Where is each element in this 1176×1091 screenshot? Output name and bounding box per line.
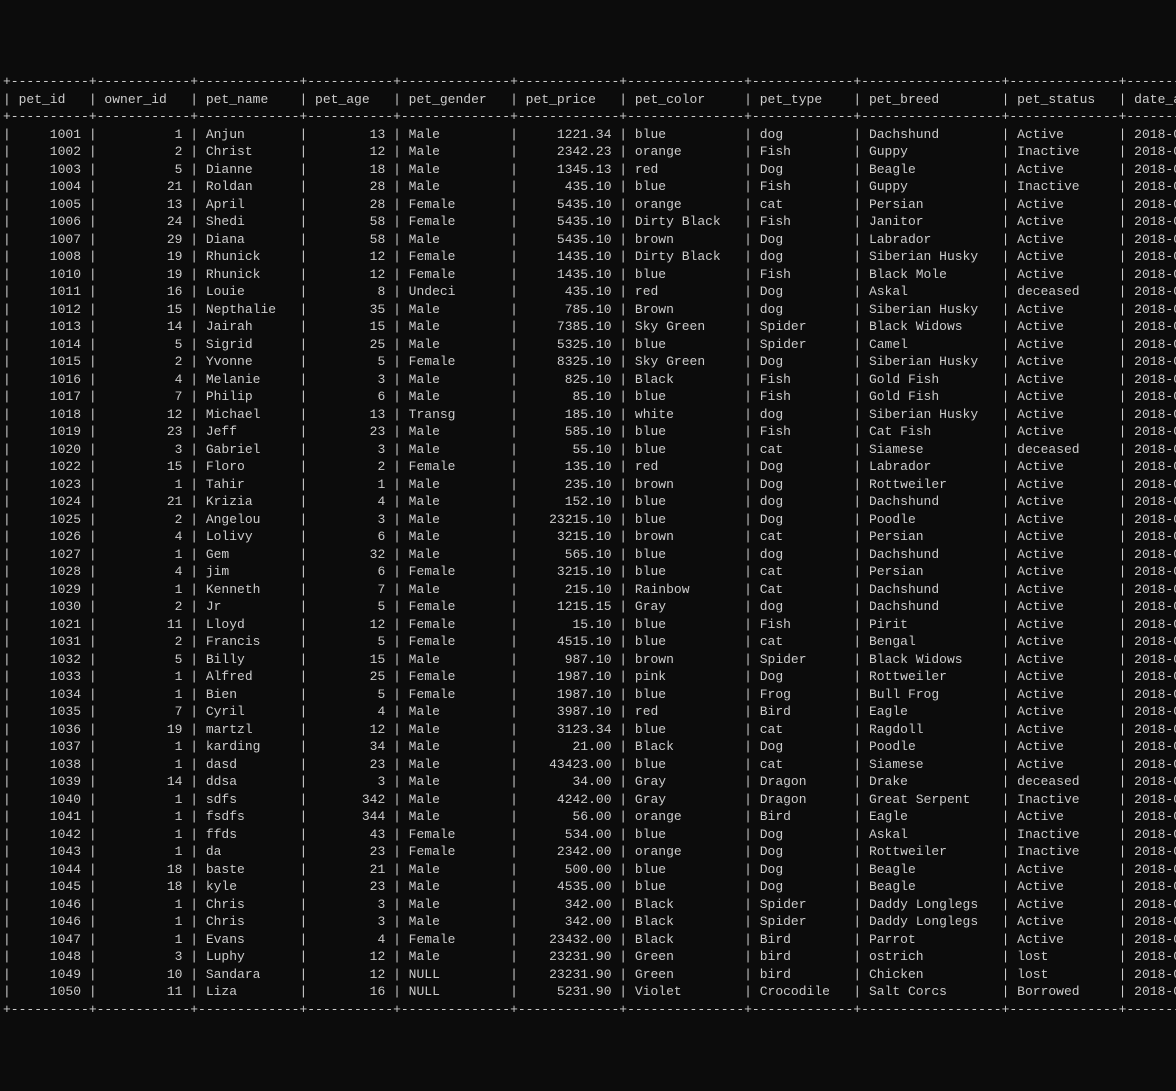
table-row: | 1022 | 15 | Floro | 2 | Female | 135.1… <box>3 458 1176 476</box>
table-row: | 1002 | 2 | Christ | 12 | Male | 2342.2… <box>3 143 1176 161</box>
table-row: | 1010 | 19 | Rhunick | 12 | Female | 14… <box>3 266 1176 284</box>
table-row: | 1026 | 4 | Lolivy | 6 | Male | 3215.10… <box>3 528 1176 546</box>
table-row: | 1021 | 11 | Lloyd | 12 | Female | 15.1… <box>3 616 1176 634</box>
table-row: | 1006 | 24 | Shedi | 58 | Female | 5435… <box>3 213 1176 231</box>
table-row: | 1024 | 21 | Krizia | 4 | Male | 152.10… <box>3 493 1176 511</box>
table-row: | 1033 | 1 | Alfred | 25 | Female | 1987… <box>3 668 1176 686</box>
table-row: | 1031 | 2 | Francis | 5 | Female | 4515… <box>3 633 1176 651</box>
table-row: | 1027 | 1 | Gem | 32 | Male | 565.10 | … <box>3 546 1176 564</box>
table-row: | 1028 | 4 | jim | 6 | Female | 3215.10 … <box>3 563 1176 581</box>
table-row: | 1029 | 1 | Kenneth | 7 | Male | 215.10… <box>3 581 1176 599</box>
table-border-bottom: +----------+------------+-------------+-… <box>3 1001 1176 1019</box>
table-row: | 1008 | 19 | Rhunick | 12 | Female | 14… <box>3 248 1176 266</box>
table-row: | 1048 | 3 | Luphy | 12 | Male | 23231.9… <box>3 948 1176 966</box>
table-row: | 1046 | 1 | Chris | 3 | Male | 342.00 |… <box>3 913 1176 931</box>
table-row: | 1005 | 13 | April | 28 | Female | 5435… <box>3 196 1176 214</box>
table-row: | 1020 | 3 | Gabriel | 3 | Male | 55.10 … <box>3 441 1176 459</box>
table-row: | 1035 | 7 | Cyril | 4 | Male | 3987.10 … <box>3 703 1176 721</box>
table-header-row: | pet_id | owner_id | pet_name | pet_age… <box>3 91 1176 109</box>
table-row: | 1023 | 1 | Tahir | 1 | Male | 235.10 |… <box>3 476 1176 494</box>
table-row: | 1017 | 7 | Philip | 6 | Male | 85.10 |… <box>3 388 1176 406</box>
table-row: | 1012 | 15 | Nepthalie | 35 | Male | 78… <box>3 301 1176 319</box>
table-row: | 1050 | 11 | Liza | 16 | NULL | 5231.90… <box>3 983 1176 1001</box>
table-row: | 1034 | 1 | Bien | 5 | Female | 1987.10… <box>3 686 1176 704</box>
table-row: | 1001 | 1 | Anjun | 13 | Male | 1221.34… <box>3 126 1176 144</box>
table-row: | 1004 | 21 | Roldan | 28 | Male | 435.1… <box>3 178 1176 196</box>
table-row: | 1016 | 4 | Melanie | 3 | Male | 825.10… <box>3 371 1176 389</box>
table-row: | 1030 | 2 | Jr | 5 | Female | 1215.15 |… <box>3 598 1176 616</box>
table-row: | 1044 | 18 | baste | 21 | Male | 500.00… <box>3 861 1176 879</box>
table-row: | 1011 | 16 | Louie | 8 | Undeci | 435.1… <box>3 283 1176 301</box>
table-row: | 1039 | 14 | ddsa | 3 | Male | 34.00 | … <box>3 773 1176 791</box>
table-row: | 1025 | 2 | Angelou | 3 | Male | 23215.… <box>3 511 1176 529</box>
table-row: | 1015 | 2 | Yvonne | 5 | Female | 8325.… <box>3 353 1176 371</box>
table-row: | 1018 | 12 | Michael | 13 | Transg | 18… <box>3 406 1176 424</box>
table-row: | 1041 | 1 | fsdfs | 344 | Male | 56.00 … <box>3 808 1176 826</box>
table-border-top: +----------+------------+-------------+-… <box>3 73 1176 91</box>
table-row: | 1042 | 1 | ffds | 43 | Female | 534.00… <box>3 826 1176 844</box>
table-row: | 1047 | 1 | Evans | 4 | Female | 23432.… <box>3 931 1176 949</box>
table-row: | 1003 | 5 | Dianne | 18 | Male | 1345.1… <box>3 161 1176 179</box>
table-row: | 1049 | 10 | Sandara | 12 | NULL | 2323… <box>3 966 1176 984</box>
table-row: | 1032 | 5 | Billy | 15 | Male | 987.10 … <box>3 651 1176 669</box>
table-row: | 1040 | 1 | sdfs | 342 | Male | 4242.00… <box>3 791 1176 809</box>
table-row: | 1045 | 18 | kyle | 23 | Male | 4535.00… <box>3 878 1176 896</box>
table-row: | 1038 | 1 | dasd | 23 | Male | 43423.00… <box>3 756 1176 774</box>
table-border-mid: +----------+------------+-------------+-… <box>3 108 1176 126</box>
table-row: | 1046 | 1 | Chris | 3 | Male | 342.00 |… <box>3 896 1176 914</box>
table-row: | 1013 | 14 | Jairah | 15 | Male | 7385.… <box>3 318 1176 336</box>
table-row: | 1019 | 23 | Jeff | 23 | Male | 585.10 … <box>3 423 1176 441</box>
table-row: | 1037 | 1 | karding | 34 | Male | 21.00… <box>3 738 1176 756</box>
table-row: | 1007 | 29 | Diana | 58 | Male | 5435.1… <box>3 231 1176 249</box>
sql-result-table: +----------+------------+-------------+-… <box>3 73 1176 1018</box>
table-row: | 1043 | 1 | da | 23 | Female | 2342.00 … <box>3 843 1176 861</box>
table-row: | 1014 | 5 | Sigrid | 25 | Male | 5325.1… <box>3 336 1176 354</box>
table-row: | 1036 | 19 | martzl | 12 | Male | 3123.… <box>3 721 1176 739</box>
